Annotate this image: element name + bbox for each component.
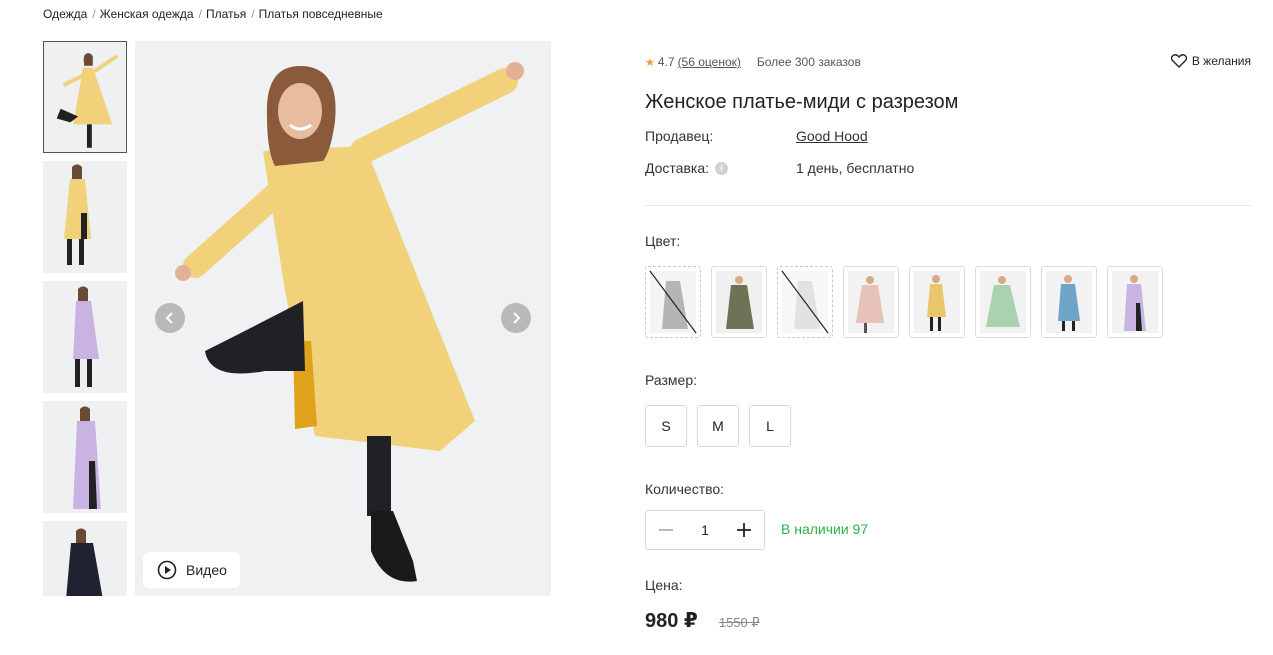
thumbnail-4[interactable] — [43, 401, 127, 513]
info-icon[interactable]: i — [715, 161, 729, 175]
breadcrumb-item-clothing[interactable]: Одежда — [43, 7, 87, 21]
breadcrumb-separator: / — [92, 7, 96, 21]
reviews-link[interactable]: (56 оценок) — [678, 55, 741, 69]
star-icon: ★ — [645, 56, 655, 69]
minus-icon — [659, 529, 673, 531]
chevron-left-icon — [165, 312, 173, 324]
video-button[interactable]: Видео — [143, 552, 240, 588]
size-option-m[interactable]: M — [697, 405, 739, 447]
quantity-label: Количество: — [645, 481, 725, 497]
model-photo-thumbnail — [44, 42, 126, 152]
next-image-button[interactable] — [501, 303, 531, 333]
color-swatches — [645, 266, 1173, 338]
product-title: Женское платье-миди с разрезом — [645, 91, 959, 113]
video-button-label: Видео — [186, 562, 227, 578]
breadcrumb: Одежда / Женская одежда / Платья / Плать… — [43, 7, 383, 21]
size-option-l[interactable]: L — [749, 405, 791, 447]
swatch-photo — [848, 271, 894, 333]
breadcrumb-item-dresses[interactable]: Платья — [206, 7, 246, 21]
color-swatch-blue[interactable] — [1041, 266, 1097, 338]
color-swatch-gray[interactable] — [645, 266, 701, 338]
delivery-value: 1 день, бесплатно — [796, 160, 915, 176]
color-swatch-yellow[interactable] — [909, 266, 965, 338]
delivery-row: Доставка: i 1 день, бесплатно — [645, 160, 914, 176]
model-photo-thumbnail — [43, 521, 127, 596]
swatch-photo — [914, 271, 960, 333]
rating-value: 4.7 — [657, 55, 675, 69]
thumbnail-2[interactable] — [43, 161, 127, 273]
thumbnail-strip — [43, 41, 127, 596]
orders-count: Более 300 заказов — [756, 55, 861, 69]
color-swatch-lavender[interactable] — [1107, 266, 1163, 338]
unavailable-strike — [781, 270, 829, 334]
chevron-right-icon — [513, 312, 521, 324]
model-photo-thumbnail — [43, 401, 127, 513]
delivery-label-wrap: Доставка: i — [645, 160, 796, 176]
unavailable-strike — [649, 270, 697, 334]
quantity-stepper: 1 — [645, 510, 765, 550]
wishlist-button[interactable]: В желания — [1170, 54, 1251, 68]
size-option-s[interactable]: S — [645, 405, 687, 447]
divider — [645, 205, 1251, 206]
price-label: Цена: — [645, 577, 683, 593]
model-photo-thumbnail — [43, 281, 127, 393]
stock-status: В наличии 97 — [781, 521, 869, 537]
breadcrumb-separator: / — [198, 7, 202, 21]
heart-icon — [1170, 54, 1187, 68]
prev-image-button[interactable] — [155, 303, 185, 333]
swatch-photo — [1046, 271, 1092, 333]
swatch-photo — [716, 271, 762, 333]
color-swatch-pink[interactable] — [843, 266, 899, 338]
play-circle-icon — [157, 560, 177, 580]
swatch-photo — [980, 271, 1026, 333]
quantity-value[interactable]: 1 — [686, 522, 724, 538]
increase-quantity-button[interactable] — [724, 511, 764, 549]
delivery-label: Доставка: — [645, 160, 710, 176]
breadcrumb-separator: / — [251, 7, 255, 21]
plus-icon — [737, 523, 751, 537]
color-label: Цвет: — [645, 233, 681, 249]
color-swatch-olive[interactable] — [711, 266, 767, 338]
thumbnail-3[interactable] — [43, 281, 127, 393]
current-price: 980 ₽ — [645, 610, 698, 632]
model-photo-thumbnail — [43, 161, 127, 273]
decrease-quantity-button[interactable] — [646, 511, 686, 549]
breadcrumb-item-casual-dresses[interactable]: Платья повседневные — [259, 7, 383, 21]
breadcrumb-item-womens-clothing[interactable]: Женская одежда — [100, 7, 194, 21]
seller-link[interactable]: Good Hood — [796, 128, 868, 144]
old-price: 1550 ₽ — [718, 615, 760, 630]
color-swatch-mint[interactable] — [975, 266, 1031, 338]
size-label: Размер: — [645, 372, 698, 388]
size-selector: S M L — [645, 405, 801, 447]
price-row: 980 ₽ 1550 ₽ — [645, 608, 760, 633]
thumbnail-5[interactable] — [43, 521, 127, 596]
main-product-image[interactable]: Видео — [135, 41, 551, 596]
color-swatch-white[interactable] — [777, 266, 833, 338]
swatch-photo — [1112, 271, 1158, 333]
seller-label: Продавец: — [645, 128, 714, 144]
seller-row: Продавец: Good Hood — [645, 128, 868, 144]
wishlist-label: В желания — [1191, 54, 1251, 68]
thumbnail-1[interactable] — [43, 41, 127, 153]
rating-row: ★ 4.7 (56 оценок) Более 300 заказов В же… — [645, 54, 1251, 70]
model-photo — [135, 41, 551, 596]
